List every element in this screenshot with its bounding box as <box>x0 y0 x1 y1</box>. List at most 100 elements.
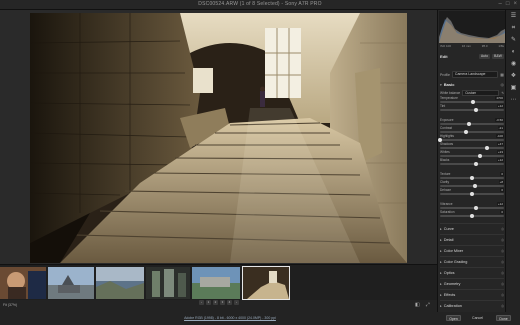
workflow-options-link[interactable]: Adobe RGB (1998) - 8 bit - 6000 x 4000 (… <box>175 316 285 320</box>
image-canvas[interactable] <box>0 10 437 264</box>
visibility-icon[interactable]: ◎ <box>501 271 504 275</box>
visibility-icon[interactable]: ◎ <box>501 304 504 308</box>
contrast-label: Contrast <box>440 126 453 130</box>
minimize-button[interactable]: – <box>499 1 502 7</box>
color-mixer-section-header[interactable]: ▸ Color Mixer ◎ <box>440 245 504 255</box>
cancel-button[interactable]: Cancel <box>470 315 485 321</box>
temperature-handle[interactable] <box>471 99 476 104</box>
visibility-icon[interactable]: ◎ <box>501 82 505 87</box>
shadows-handle[interactable] <box>485 145 490 150</box>
texture-handle[interactable] <box>470 175 474 180</box>
tint-track[interactable] <box>440 109 504 111</box>
presets-icon[interactable]: ❖ <box>506 70 520 82</box>
blacks-handle[interactable] <box>473 161 478 166</box>
staircase-photo[interactable] <box>30 13 407 263</box>
thumbnail-3[interactable] <box>96 267 144 299</box>
visibility-icon[interactable]: ◎ <box>501 249 504 253</box>
whites-track[interactable] <box>440 155 504 157</box>
eyedropper-icon[interactable]: ✎ <box>501 91 504 95</box>
detail-section-header[interactable]: ▸ Detail ◎ <box>440 234 504 244</box>
contrast-track[interactable] <box>440 131 504 133</box>
done-button[interactable]: Done <box>496 315 511 321</box>
tint-handle[interactable] <box>473 107 478 112</box>
mask-icon[interactable]: ◐ <box>506 46 520 58</box>
open-button[interactable]: Open <box>446 315 461 321</box>
highlights-track[interactable] <box>440 139 504 141</box>
chevron-down-icon: ▾ <box>440 82 442 87</box>
filmstrip-next-button[interactable]: › <box>234 300 239 305</box>
thumbnail-2[interactable] <box>48 267 94 299</box>
edit-sliders-icon[interactable]: ☰ <box>506 10 520 22</box>
profile-select[interactable]: Camera Landscape <box>451 71 499 78</box>
filmstrip-page-2[interactable]: 2 <box>213 300 218 305</box>
thumbnail-4[interactable] <box>146 267 190 299</box>
temperature-label: Temperature <box>440 96 458 100</box>
curve-section-header[interactable]: ▸ Curve ◎ <box>440 223 504 233</box>
dehaze-value[interactable]: 0 <box>500 187 504 192</box>
filmstrip-page-4[interactable]: 4 <box>227 300 232 305</box>
filmstrip-page-3[interactable]: 3 <box>220 300 225 305</box>
snapshot-icon[interactable]: ▣ <box>506 82 520 94</box>
auto-button[interactable]: Auto <box>478 53 491 59</box>
tint-slider[interactable]: Tint +12 <box>440 103 504 113</box>
fullscreen-icon[interactable]: ⤢ <box>426 302 430 308</box>
saturation-value[interactable]: 0 <box>500 209 504 214</box>
close-button[interactable]: × <box>513 1 517 7</box>
shadows-track[interactable] <box>440 147 504 149</box>
profile-browser-icon[interactable]: ▦ <box>500 72 504 77</box>
vibrance-handle[interactable] <box>473 205 478 210</box>
thumbnail-6-selected[interactable] <box>242 266 290 300</box>
chevron-right-icon: ▸ <box>440 248 442 253</box>
shadows-value[interactable]: +47 <box>496 141 504 146</box>
texture-value[interactable]: 0 <box>500 171 504 176</box>
effects-section-header[interactable]: ▸ Effects ◎ <box>440 289 504 299</box>
thumbnail-1[interactable] <box>0 267 46 299</box>
contrast-handle[interactable] <box>463 129 468 134</box>
heal-icon[interactable]: ✎ <box>506 34 520 46</box>
visibility-icon[interactable]: ◎ <box>501 293 504 297</box>
filmstrip-prev-button[interactable]: ‹ <box>199 300 204 305</box>
dehaze-handle[interactable] <box>470 191 474 196</box>
bw-button[interactable]: B&W <box>492 53 504 59</box>
whites-handle[interactable] <box>477 153 482 158</box>
blacks-value[interactable]: +12 <box>496 157 504 162</box>
exposure-handle[interactable] <box>466 121 471 126</box>
visibility-icon[interactable]: ◎ <box>501 282 504 286</box>
calibration-section-header[interactable]: ▸ Calibration ◎ <box>440 300 504 310</box>
tint-value[interactable]: +12 <box>496 103 504 108</box>
visibility-icon[interactable]: ◎ <box>501 238 504 242</box>
crop-icon[interactable]: ⌗ <box>506 22 520 34</box>
optics-section-header[interactable]: ▸ Optics ◎ <box>440 267 504 277</box>
blacks-track[interactable] <box>440 163 504 165</box>
saturation-slider[interactable]: Saturation 0 <box>440 209 504 219</box>
redeye-icon[interactable]: ◉ <box>506 58 520 70</box>
clarity-value[interactable]: +8 <box>498 179 504 184</box>
shadows-label: Shadows <box>440 142 454 146</box>
maximize-button[interactable]: □ <box>506 1 510 7</box>
dehaze-slider[interactable]: Dehaze 0 <box>440 187 504 197</box>
filmstrip-page-1[interactable]: 1 <box>206 300 211 305</box>
highlights-handle[interactable] <box>438 137 442 142</box>
geometry-section-header[interactable]: ▸ Geometry ◎ <box>440 278 504 288</box>
basic-section-header[interactable]: ▾ Basic ◎ <box>440 82 504 87</box>
chevron-right-icon: ▸ <box>440 292 442 297</box>
compare-icon[interactable]: ◧ <box>415 302 420 308</box>
saturation-handle[interactable] <box>470 213 474 218</box>
vibrance-track[interactable] <box>440 207 504 209</box>
thumbnail-5[interactable] <box>192 267 240 299</box>
visibility-icon[interactable]: ◎ <box>501 260 504 264</box>
blacks-slider[interactable]: Blacks +12 <box>440 157 504 167</box>
photo-image <box>30 13 407 263</box>
contrast-value[interactable]: -21 <box>497 125 504 130</box>
whites-value[interactable]: +23 <box>496 149 504 154</box>
color-grading-section-header[interactable]: ▸ Color Grading ◎ <box>440 256 504 266</box>
exposure-value[interactable]: -0.50 <box>495 117 504 122</box>
highlights-value[interactable]: -100 <box>495 133 504 138</box>
vibrance-value[interactable]: +12 <box>496 201 504 206</box>
visibility-icon[interactable]: ◎ <box>501 227 504 231</box>
temperature-value[interactable]: 4700 <box>495 95 504 100</box>
clarity-handle[interactable] <box>472 183 477 188</box>
more-icon[interactable]: ⋯ <box>506 94 520 106</box>
zoom-select[interactable]: Fit (37%) <box>3 303 17 307</box>
exposure-track[interactable] <box>440 123 504 125</box>
